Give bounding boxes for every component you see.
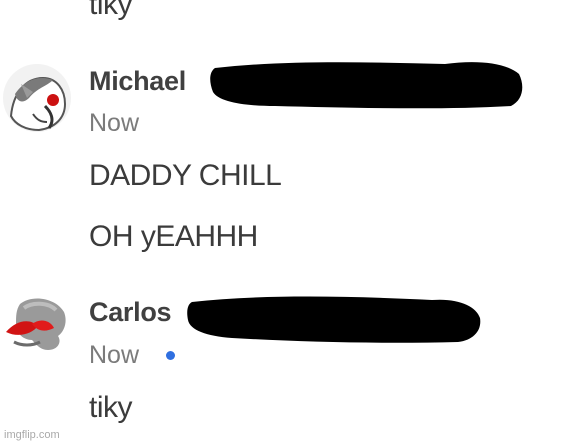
avatar-michael-image bbox=[3, 64, 71, 132]
message-time-michael: Now bbox=[89, 109, 140, 137]
author-name-carlos[interactable]: Carlos bbox=[89, 299, 172, 326]
message-text-michael-2: OH yEAHHH bbox=[89, 220, 258, 253]
message-text-michael-1: DADDY CHILL bbox=[89, 159, 282, 192]
redaction-scribble-1 bbox=[210, 62, 523, 109]
message-text-previous: tiky bbox=[89, 0, 133, 21]
message-text-carlos-1: tiky bbox=[89, 391, 133, 424]
avatar-michael[interactable] bbox=[3, 64, 71, 132]
author-name-michael[interactable]: Michael bbox=[89, 68, 186, 95]
redaction-scribble-2 bbox=[187, 296, 481, 343]
avatar-carlos[interactable] bbox=[2, 290, 70, 358]
message-time-carlos: Now bbox=[89, 341, 140, 369]
avatar-carlos-image bbox=[2, 290, 70, 358]
watermark: imgflip.com bbox=[4, 429, 60, 441]
unread-dot-icon bbox=[166, 351, 175, 360]
